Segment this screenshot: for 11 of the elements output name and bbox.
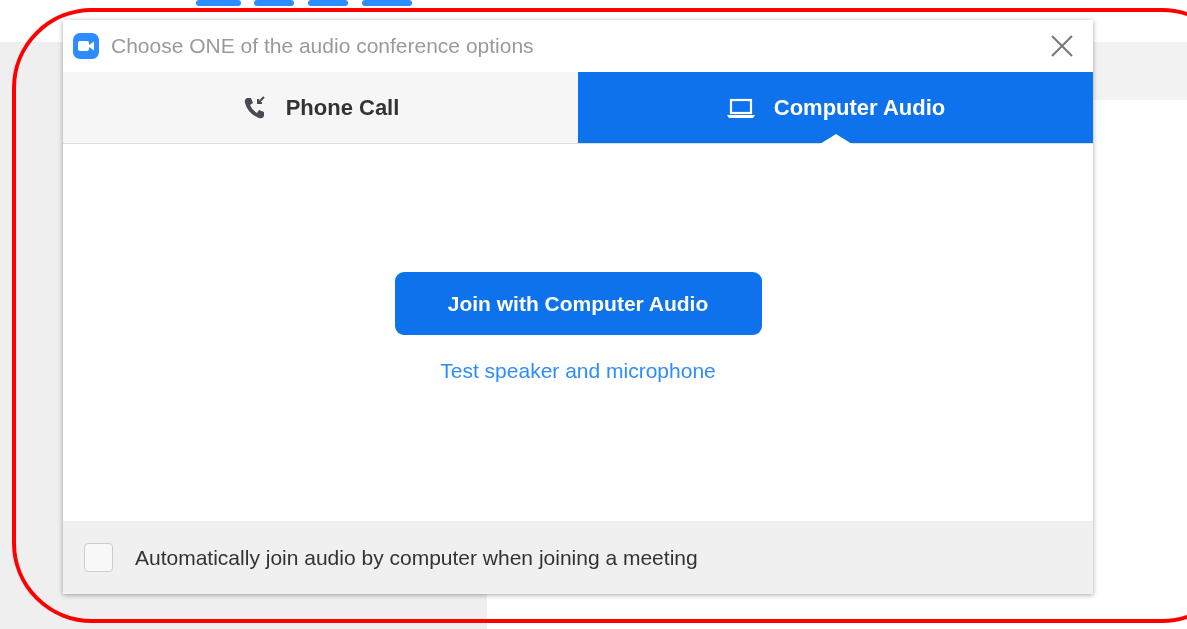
close-icon[interactable] (1051, 35, 1073, 57)
auto-join-checkbox[interactable] (84, 543, 113, 572)
checkbox-label: Automatically join audio by computer when joining a meeting (135, 545, 698, 570)
laptop-icon (725, 96, 756, 119)
test-audio-link[interactable]: Test speaker and microphone (440, 359, 716, 383)
video-camera-icon (73, 33, 99, 59)
join-audio-button[interactable]: Join with Computer Audio (394, 272, 762, 335)
tab[interactable]: Computer Audio (578, 72, 1093, 143)
window-title: Choose ONE of the audio conference options (111, 34, 535, 58)
tab[interactable]: Phone Call (63, 72, 578, 143)
tab-pointer-icon (819, 134, 852, 144)
